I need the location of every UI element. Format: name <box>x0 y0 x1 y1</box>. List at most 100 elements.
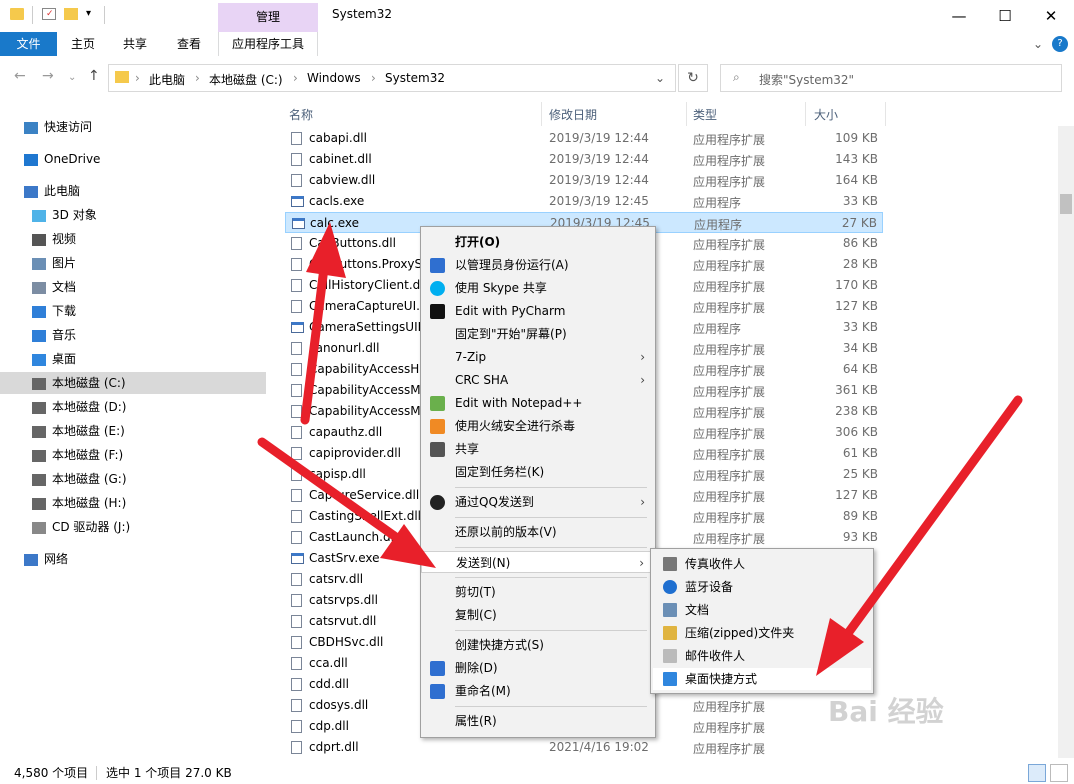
quick-access-dropdown-icon[interactable]: ▾ <box>86 8 91 19</box>
sendto-item-5[interactable]: 桌面快捷方式 <box>653 668 871 690</box>
crumb-separator-icon[interactable]: › <box>293 71 298 85</box>
notepad-icon <box>430 396 445 411</box>
recent-locations-icon[interactable]: ⌄ <box>68 72 76 83</box>
context-menu-item-1[interactable]: 以管理员身份运行(A) <box>421 254 655 276</box>
sidebar-item-0[interactable]: 快速访问 <box>0 116 266 138</box>
dll-file-icon <box>291 384 302 397</box>
sendto-item-2[interactable]: 文档 <box>653 599 871 621</box>
file-row[interactable]: cabapi.dll 2019/3/19 12:44 应用程序扩展 109 KB <box>285 128 883 149</box>
context-menu-item-15[interactable]: 复制(C) <box>421 604 655 626</box>
vertical-scrollbar[interactable] <box>1058 126 1074 758</box>
column-header-size[interactable]: 大小 <box>814 106 838 123</box>
file-name: cdprt.dll <box>309 740 359 754</box>
context-menu-item-11[interactable]: 通过QQ发送到 › <box>421 491 655 513</box>
file-row[interactable]: cacls.exe 2019/3/19 12:45 应用程序 33 KB <box>285 191 883 212</box>
large-icons-view-icon[interactable] <box>1050 764 1068 782</box>
context-menu-item-4[interactable]: 固定到"开始"屏幕(P) <box>421 323 655 345</box>
crumb-separator-icon[interactable]: › <box>195 71 200 85</box>
search-input[interactable]: ⌕ 搜索"System32" <box>720 64 1062 92</box>
file-row[interactable]: cabinet.dll 2019/3/19 12:44 应用程序扩展 143 KB <box>285 149 883 170</box>
context-menu-item-10[interactable]: 固定到任务栏(K) <box>421 461 655 483</box>
context-tab-manage[interactable]: 管理 <box>218 3 318 32</box>
menu-item-label: 重命名(M) <box>455 684 511 698</box>
sidebar-item-8[interactable]: 音乐 <box>0 324 266 346</box>
minimize-button[interactable]: — <box>936 0 982 32</box>
context-menu-item-12[interactable]: 还原以前的版本(V) <box>421 521 655 543</box>
sendto-item-1[interactable]: 蓝牙设备 <box>653 576 871 598</box>
column-divider[interactable] <box>885 102 886 126</box>
tab-view[interactable]: 查看 <box>168 32 210 56</box>
column-divider[interactable] <box>805 102 806 126</box>
context-menu-item-13[interactable]: 发送到(N) › <box>421 551 655 573</box>
sidebar-item-13[interactable]: 本地磁盘 (F:) <box>0 444 266 466</box>
sidebar-item-7[interactable]: 下载 <box>0 300 266 322</box>
up-icon[interactable]: ↑ <box>88 68 100 84</box>
context-menu-item-3[interactable]: Edit with PyCharm <box>421 300 655 322</box>
context-menu-item-14[interactable]: 剪切(T) <box>421 581 655 603</box>
context-menu-item-6[interactable]: CRC SHA › <box>421 369 655 391</box>
sidebar-item-5[interactable]: 图片 <box>0 252 266 274</box>
ribbon-collapse-icon[interactable]: ⌄ <box>1030 32 1046 56</box>
context-menu-item-7[interactable]: Edit with Notepad++ <box>421 392 655 414</box>
sendto-item-4[interactable]: 邮件收件人 <box>653 645 871 667</box>
breadcrumb-system32[interactable]: System32 <box>385 71 445 85</box>
sidebar-item-2[interactable]: 此电脑 <box>0 180 266 202</box>
help-icon[interactable]: ? <box>1052 36 1068 52</box>
context-menu-item-9[interactable]: 共享 <box>421 438 655 460</box>
menu-item-label: 发送到(N) <box>456 556 511 570</box>
tab-home[interactable]: 主页 <box>62 32 104 56</box>
back-icon[interactable]: ← <box>14 68 26 84</box>
file-row[interactable]: cabview.dll 2019/3/19 12:44 应用程序扩展 164 KB <box>285 170 883 191</box>
file-name: CaptureService.dll <box>309 488 420 502</box>
address-bar[interactable]: › 此电脑 › 本地磁盘 (C:) › Windows › System32 ⌄ <box>108 64 676 92</box>
sidebar-item-15[interactable]: 本地磁盘 (H:) <box>0 492 266 514</box>
context-menu-item-5[interactable]: 7-Zip › <box>421 346 655 368</box>
sidebar-item-4[interactable]: 视频 <box>0 228 266 250</box>
breadcrumb-windows[interactable]: Windows <box>307 71 361 85</box>
context-menu-item-8[interactable]: 使用火绒安全进行杀毒 <box>421 415 655 437</box>
file-size: 64 KB <box>842 362 878 376</box>
context-menu-item-0[interactable]: 打开(O) <box>421 231 655 253</box>
context-menu-item-2[interactable]: 使用 Skype 共享 <box>421 277 655 299</box>
column-header-name[interactable]: 名称 <box>289 106 313 123</box>
sidebar-item-1[interactable]: OneDrive <box>0 148 266 170</box>
address-dropdown-icon[interactable]: ⌄ <box>655 71 665 85</box>
crumb-separator-icon[interactable]: › <box>135 71 140 85</box>
column-divider[interactable] <box>541 102 542 126</box>
sidebar-item-6[interactable]: 文档 <box>0 276 266 298</box>
sidebar-item-14[interactable]: 本地磁盘 (G:) <box>0 468 266 490</box>
sidebar-item-12[interactable]: 本地磁盘 (E:) <box>0 420 266 442</box>
crumb-separator-icon[interactable]: › <box>371 71 376 85</box>
close-button[interactable]: ✕ <box>1028 0 1074 32</box>
column-header-date[interactable]: 修改日期 <box>549 106 597 123</box>
file-row[interactable]: cdprt.dll 2021/4/16 19:02 应用程序扩展 <box>285 737 883 758</box>
new-folder-icon[interactable] <box>64 8 78 20</box>
sidebar-item-9[interactable]: 桌面 <box>0 348 266 370</box>
sidebar-item-11[interactable]: 本地磁盘 (D:) <box>0 396 266 418</box>
refresh-icon[interactable]: ↻ <box>678 64 708 92</box>
details-view-icon[interactable] <box>1028 764 1046 782</box>
context-menu: 打开(O) 以管理员身份运行(A) 使用 Skype 共享 Edit with PyC… <box>420 226 656 738</box>
breadcrumb-this-pc[interactable]: 此电脑 <box>149 71 185 88</box>
column-divider[interactable] <box>686 102 687 126</box>
properties-icon[interactable]: ✓ <box>42 8 56 20</box>
context-menu-item-19[interactable]: 属性(R) <box>421 710 655 732</box>
tab-file[interactable]: 文件 <box>0 32 57 56</box>
sendto-item-0[interactable]: 传真收件人 <box>653 553 871 575</box>
scrollbar-thumb[interactable] <box>1060 194 1072 214</box>
context-menu-item-18[interactable]: 重命名(M) <box>421 680 655 702</box>
submenu-arrow-icon: › <box>639 556 644 570</box>
breadcrumb-drive-c[interactable]: 本地磁盘 (C:) <box>209 71 283 88</box>
context-menu-item-17[interactable]: 删除(D) <box>421 657 655 679</box>
context-menu-item-16[interactable]: 创建快捷方式(S) <box>421 634 655 656</box>
sidebar-item-10[interactable]: 本地磁盘 (C:) <box>0 372 266 394</box>
sidebar-item-16[interactable]: CD 驱动器 (J:) <box>0 516 266 538</box>
tab-application-tools[interactable]: 应用程序工具 <box>218 32 318 56</box>
forward-icon[interactable]: → <box>42 68 54 84</box>
sidebar-item-3[interactable]: 3D 对象 <box>0 204 266 226</box>
tab-share[interactable]: 共享 <box>114 32 156 56</box>
maximize-button[interactable]: ☐ <box>982 0 1028 32</box>
column-header-type[interactable]: 类型 <box>693 106 717 123</box>
sendto-item-3[interactable]: 压缩(zipped)文件夹 <box>653 622 871 644</box>
sidebar-item-17[interactable]: 网络 <box>0 548 266 570</box>
